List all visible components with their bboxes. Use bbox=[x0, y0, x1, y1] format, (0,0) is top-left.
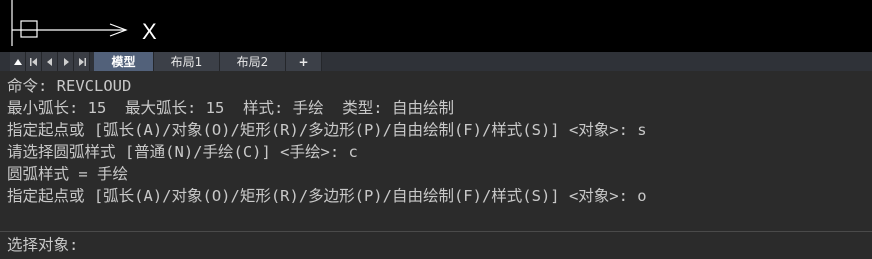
command-history: 命令: REVCLOUD 最小弧长: 15 最大弧长: 15 样式: 手绘 类型… bbox=[0, 71, 872, 231]
history-line: 指定起点或 [弧长(A)/对象(O)/矩形(R)/多边形(P)/自由绘制(F)/… bbox=[7, 121, 647, 139]
command-prompt-label: 选择对象: bbox=[7, 236, 79, 254]
command-line: 选择对象: bbox=[0, 231, 872, 259]
first-page-icon[interactable] bbox=[26, 52, 42, 71]
layout-tab-bar: 模型 布局1 布局2 + bbox=[0, 52, 872, 71]
ucs-origin-box bbox=[20, 20, 38, 38]
tab-model[interactable]: 模型 bbox=[94, 52, 154, 71]
next-page-icon[interactable] bbox=[58, 52, 74, 71]
history-line: 指定起点或 [弧长(A)/对象(O)/矩形(R)/多边形(P)/自由绘制(F)/… bbox=[7, 187, 647, 205]
cad-window: X 模型 布局1 布局2 + 命令: REVCLOUD 最小弧长: 15 最大弧… bbox=[0, 0, 872, 259]
history-line: 最小弧长: 15 最大弧长: 15 样式: 手绘 类型: 自由绘制 bbox=[7, 99, 454, 117]
add-layout-button[interactable]: + bbox=[286, 52, 322, 71]
last-page-icon[interactable] bbox=[74, 52, 90, 71]
ucs-axis-icon: X bbox=[11, 0, 157, 46]
history-line: 请选择圆弧样式 [普通(N)/手绘(C)] <手绘>: c bbox=[7, 143, 358, 161]
x-axis-label: X bbox=[142, 19, 157, 44]
history-line: 圆弧样式 = 手绘 bbox=[7, 165, 128, 183]
tab-layout1[interactable]: 布局1 bbox=[154, 52, 220, 71]
history-line: 命令: REVCLOUD bbox=[7, 77, 132, 95]
command-input[interactable] bbox=[100, 234, 860, 256]
triangle-up-icon[interactable] bbox=[10, 52, 26, 71]
prev-page-icon[interactable] bbox=[42, 52, 58, 71]
tab-layout2[interactable]: 布局2 bbox=[220, 52, 286, 71]
drawing-viewport[interactable]: X bbox=[0, 0, 872, 52]
